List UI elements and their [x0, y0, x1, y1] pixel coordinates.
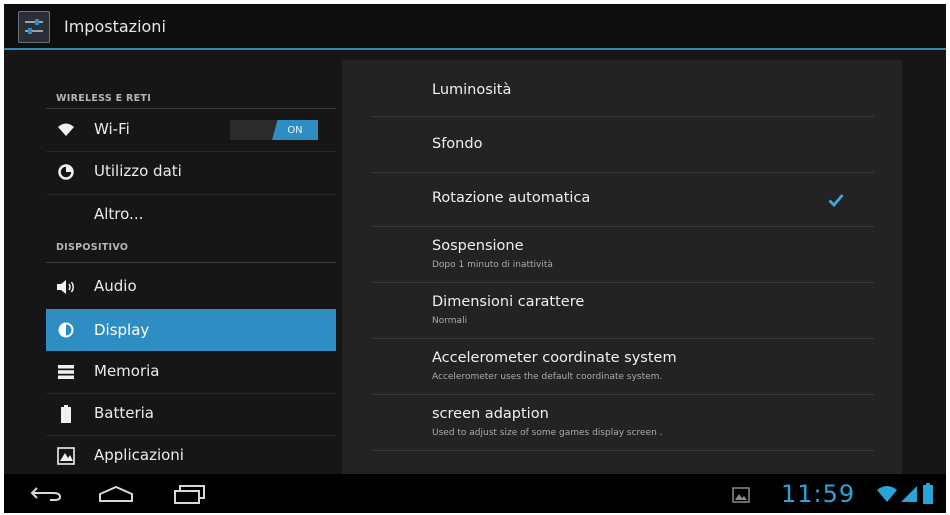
battery-status-icon	[922, 483, 934, 504]
battery-icon	[56, 404, 76, 424]
sidebar-item-label: Applicazioni	[94, 446, 184, 464]
wifi-icon	[56, 120, 76, 140]
setting-brightness[interactable]: Luminosità	[342, 82, 902, 102]
setting-summary: Accelerometer uses the default coordinat…	[432, 372, 663, 382]
setting-title: Dimensioni carattere	[432, 294, 585, 310]
sidebar-item-label: Utilizzo dati	[94, 162, 182, 180]
setting-wallpaper[interactable]: Sfondo	[342, 136, 902, 156]
section-divider	[46, 262, 336, 263]
divider	[372, 282, 874, 283]
sidebar-item-battery[interactable]: Batteria	[46, 394, 336, 434]
setting-summary: Dopo 1 minuto di inattività	[432, 260, 553, 270]
settings-nav-pane: WIRELESS E RETI Wi-Fi ON Utilizzo dati A…	[46, 50, 336, 474]
status-clock: 11:59	[781, 480, 856, 508]
volume-icon	[56, 277, 76, 297]
setting-title: Luminosità	[432, 82, 512, 98]
setting-accelerometer[interactable]: Accelerometer coordinate system Accelero…	[342, 348, 902, 388]
setting-title: Accelerometer coordinate system	[432, 350, 677, 366]
setting-title: Rotazione automatica	[432, 190, 591, 206]
sidebar-item-label: Audio	[94, 277, 137, 295]
cell-signal-icon	[900, 485, 918, 505]
setting-title: Sfondo	[432, 136, 483, 152]
settings-content: WIRELESS E RETI Wi-Fi ON Utilizzo dati A…	[4, 50, 946, 474]
sidebar-item-label: Batteria	[94, 404, 154, 422]
sidebar-item-more[interactable]: Altro...	[46, 195, 336, 235]
setting-screen-adaption[interactable]: screen adaption Used to adjust size of s…	[342, 404, 902, 444]
recent-apps-button[interactable]	[170, 484, 210, 504]
sidebar-item-label: Memoria	[94, 362, 160, 380]
settings-app-icon[interactable]	[18, 11, 50, 43]
sidebar-item-apps[interactable]: Applicazioni	[46, 436, 336, 476]
display-settings-pane: Luminosità Sfondo Rotazione automatica S…	[342, 60, 902, 474]
home-button[interactable]	[96, 484, 136, 504]
setting-title: Sospensione	[432, 238, 524, 254]
sidebar-item-label: Wi-Fi	[94, 120, 130, 138]
wifi-signal-icon	[876, 485, 898, 505]
divider	[372, 338, 874, 339]
divider	[372, 172, 874, 173]
sidebar-item-label: Altro...	[94, 205, 144, 223]
divider	[372, 394, 874, 395]
sliders-icon	[25, 19, 43, 34]
section-divider	[46, 108, 336, 109]
sidebar-item-wifi[interactable]: Wi-Fi ON	[46, 110, 336, 150]
setting-sleep[interactable]: Sospensione Dopo 1 minuto di inattività	[342, 236, 902, 276]
screenshot-notification-icon[interactable]	[732, 487, 750, 507]
setting-auto-rotate[interactable]: Rotazione automatica	[342, 190, 902, 210]
setting-summary: Used to adjust size of some games displa…	[432, 428, 663, 438]
auto-rotate-checkbox[interactable]	[828, 192, 844, 208]
back-button[interactable]	[28, 484, 64, 504]
sidebar-item-audio[interactable]: Audio	[46, 267, 336, 307]
app-title: Impostazioni	[64, 17, 166, 36]
section-header-wireless: WIRELESS E RETI	[56, 93, 152, 104]
checkmark-icon	[828, 194, 844, 208]
action-bar: Impostazioni	[4, 4, 946, 50]
toggle-state: ON	[272, 120, 318, 140]
brightness-icon	[56, 320, 76, 340]
setting-font-size[interactable]: Dimensioni carattere Normali	[342, 292, 902, 332]
divider	[372, 116, 874, 117]
storage-icon	[56, 362, 76, 382]
sidebar-item-storage[interactable]: Memoria	[46, 352, 336, 392]
setting-summary: Normali	[432, 316, 468, 326]
divider	[372, 226, 874, 227]
recent-apps-icon	[174, 485, 205, 504]
sidebar-item-display[interactable]: Display	[46, 309, 336, 351]
back-icon	[30, 487, 62, 501]
divider	[372, 450, 874, 451]
sidebar-item-label: Display	[94, 321, 150, 339]
system-bar: 11:59	[4, 474, 946, 513]
section-header-device: DISPOSITIVO	[56, 242, 129, 253]
sidebar-item-data-usage[interactable]: Utilizzo dati	[46, 152, 336, 192]
data-usage-icon	[56, 162, 76, 182]
apps-icon	[56, 446, 76, 466]
screen: Impostazioni WIRELESS E RETI Wi-Fi ON Ut…	[4, 4, 946, 513]
setting-title: screen adaption	[432, 406, 549, 422]
home-icon	[99, 485, 133, 502]
wifi-toggle[interactable]: ON	[230, 120, 318, 140]
